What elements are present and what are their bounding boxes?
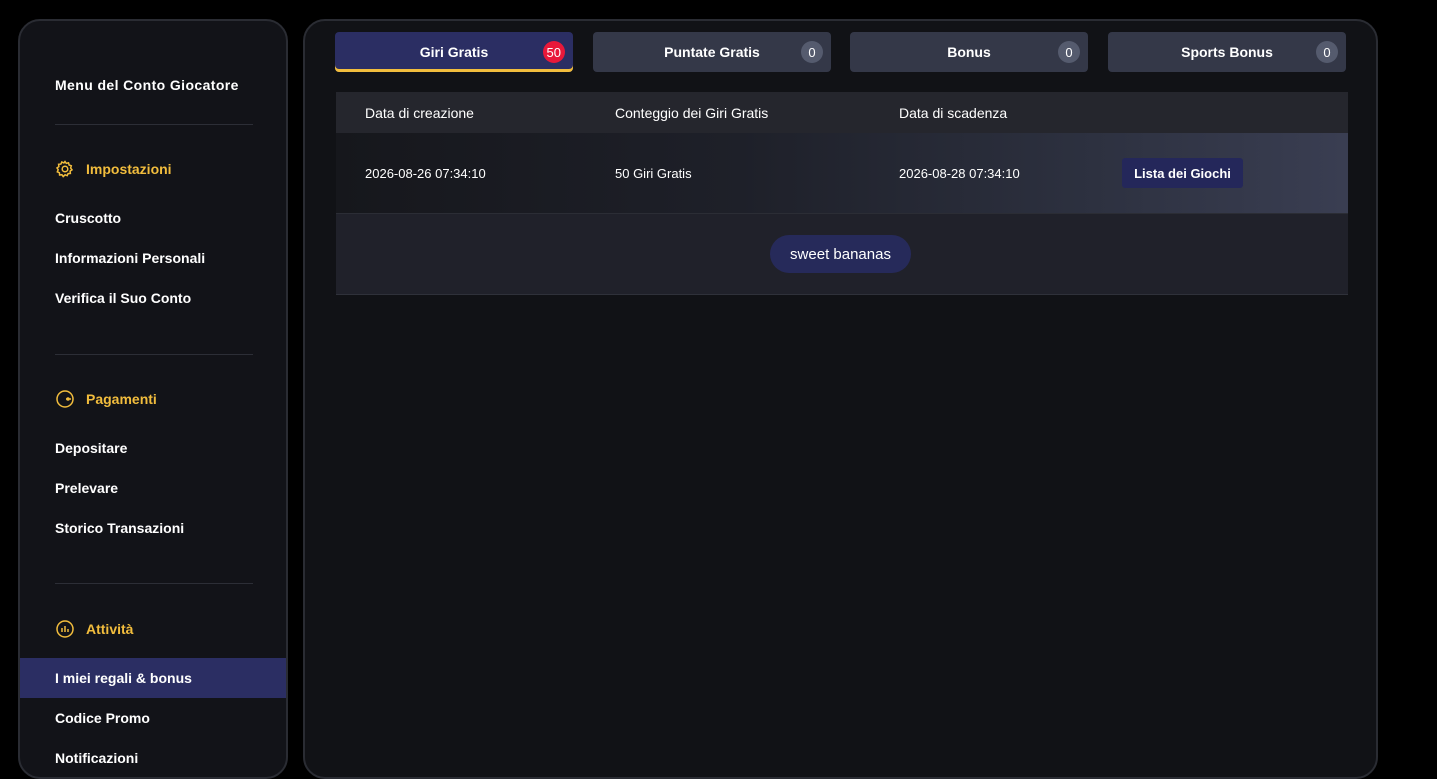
sidebar-item-label: Prelevare <box>55 480 119 496</box>
games-list-panel: sweet bananas <box>336 214 1348 295</box>
section-heading-label: Attività <box>86 621 134 637</box>
sidebar-item-notificazioni[interactable]: Notificazioni <box>20 738 286 777</box>
tab-sports-bonus[interactable]: Sports Bonus 0 <box>1108 32 1346 72</box>
header-count: Conteggio dei Giri Gratis <box>615 104 769 121</box>
header-created: Data di creazione <box>365 104 474 121</box>
count-badge: 0 <box>801 41 823 63</box>
sidebar-item-label: Depositare <box>55 440 128 456</box>
sidebar-item-label: Storico Transazioni <box>55 520 185 536</box>
sidebar-item-label: Notificazioni <box>55 750 139 766</box>
games-list-button[interactable]: Lista dei Giochi <box>1122 158 1243 188</box>
spins-count: 50 Giri Gratis <box>615 165 692 181</box>
section-heading-label: Pagamenti <box>86 391 157 407</box>
sidebar-divider <box>55 354 253 355</box>
activity-icon <box>55 619 75 639</box>
tab-label: Puntate Gratis <box>664 44 760 60</box>
sidebar-item-cruscotto[interactable]: Cruscotto <box>20 198 286 238</box>
sidebar-item-prelevare[interactable]: Prelevare <box>20 468 286 508</box>
tab-label: Giri Gratis <box>419 44 489 60</box>
header-expires: Data di scadenza <box>899 104 1008 121</box>
gear-icon <box>55 159 75 179</box>
sidebar-item-label: Informazioni Personali <box>55 250 206 266</box>
count-badge: 0 <box>1058 41 1080 63</box>
sidebar-divider <box>55 583 253 584</box>
table-row: 2026-08-26 07:34:10 50 Giri Gratis 2026-… <box>336 133 1348 214</box>
sidebar-item-label: Verifica il Suo Conto <box>55 290 192 306</box>
sidebar-item-verifica-conto[interactable]: Verifica il Suo Conto <box>20 278 286 318</box>
game-link[interactable]: sweet bananas <box>770 235 911 273</box>
section-heading-pagamenti: Pagamenti <box>55 389 157 409</box>
sidebar-divider <box>55 124 253 125</box>
wallet-icon <box>55 389 75 409</box>
sidebar-item-storico-transazioni[interactable]: Storico Transazioni <box>20 508 286 548</box>
sidebar-item-depositare[interactable]: Depositare <box>20 428 286 468</box>
section-heading-label: Impostazioni <box>86 161 172 177</box>
count-badge: 0 <box>1316 41 1338 63</box>
sidebar-item-label: Codice Promo <box>55 710 150 726</box>
table-header: Data di creazione Conteggio dei Giri Gra… <box>336 92 1348 133</box>
sidebar-item-informazioni-personali[interactable]: Informazioni Personali <box>20 238 286 278</box>
section-heading-attivita: Attività <box>55 619 133 639</box>
sidebar-item-regali-bonus[interactable]: I miei regali & bonus <box>20 658 286 698</box>
expiry-date: 2026-08-28 07:34:10 <box>899 165 1020 181</box>
count-badge: 50 <box>542 41 565 63</box>
section-heading-impostazioni: Impostazioni <box>55 159 172 179</box>
sidebar-item-label: I miei regali & bonus <box>55 670 192 686</box>
free-spins-table: Data di creazione Conteggio dei Giri Gra… <box>336 92 1348 295</box>
tab-puntate-gratis[interactable]: Puntate Gratis 0 <box>593 32 831 72</box>
sidebar-title: Menu del Conto Giocatore <box>55 77 239 93</box>
created-date: 2026-08-26 07:34:10 <box>365 165 486 181</box>
sidebar-item-codice-promo[interactable]: Codice Promo <box>20 698 286 738</box>
tab-label: Bonus <box>947 44 991 60</box>
tab-bonus[interactable]: Bonus 0 <box>850 32 1088 72</box>
tab-label: Sports Bonus <box>1181 44 1273 60</box>
bonus-panel: Giri Gratis 50 Puntate Gratis 0 Bonus 0 … <box>303 19 1378 779</box>
sidebar-item-label: Cruscotto <box>55 210 122 226</box>
tab-giri-gratis[interactable]: Giri Gratis 50 <box>335 32 573 72</box>
account-sidebar: Menu del Conto Giocatore Impostazioni Cr… <box>18 19 288 779</box>
